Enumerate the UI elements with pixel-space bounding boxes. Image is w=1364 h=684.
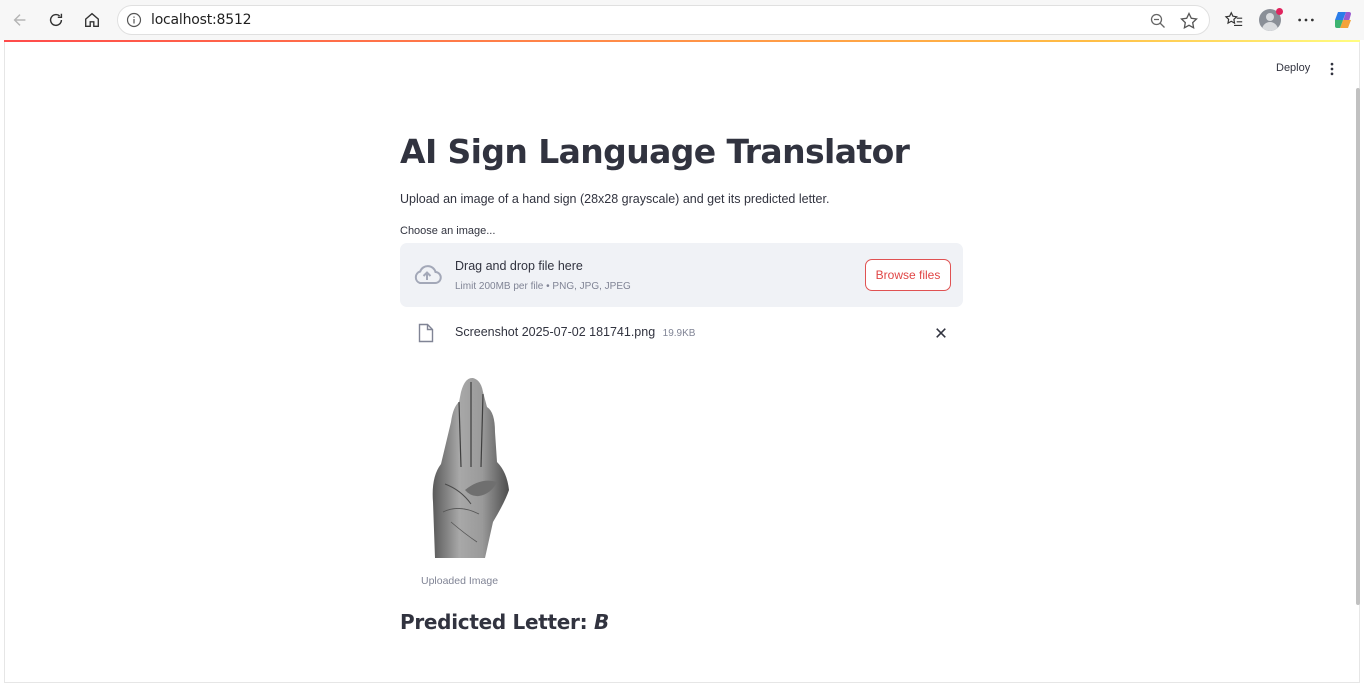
browser-toolbar: localhost:8512 (0, 0, 1364, 40)
prediction-result: Predicted Letter: B (400, 610, 609, 634)
file-name: Screenshot 2025-07-02 181741.png (455, 325, 656, 339)
home-icon[interactable] (80, 8, 104, 32)
page-title: AI Sign Language Translator (400, 132, 910, 171)
favorites-icon[interactable] (1223, 9, 1245, 31)
predicted-letter: B (593, 610, 609, 634)
uploaded-image (421, 372, 511, 562)
star-icon[interactable] (1179, 11, 1199, 31)
reload-icon[interactable] (44, 8, 68, 32)
more-icon[interactable] (1295, 9, 1317, 31)
dropzone-text: Drag and drop file here (455, 259, 583, 273)
zoom-icon[interactable] (1149, 12, 1167, 30)
file-size: 19.9KB (662, 328, 696, 339)
info-icon[interactable] (126, 12, 142, 28)
uploaded-file-row: Screenshot 2025-07-02 181741.png 19.9KB (400, 313, 963, 353)
kebab-menu-icon[interactable] (1323, 60, 1341, 78)
uploader-label: Choose an image... (400, 225, 496, 237)
file-name-wrap: Screenshot 2025-07-02 181741.png 19.9KB (455, 325, 695, 339)
main-content: AI Sign Language Translator Upload an im… (400, 110, 963, 353)
notification-dot (1276, 8, 1283, 15)
deploy-button[interactable]: Deploy (1266, 60, 1320, 76)
image-caption: Uploaded Image (421, 575, 499, 587)
dropzone-limit: Limit 200MB per file • PNG, JPG, JPEG (455, 281, 631, 292)
prediction-label: Predicted Letter: (400, 610, 588, 634)
back-icon[interactable] (8, 8, 32, 32)
copilot-icon[interactable] (1332, 9, 1354, 31)
url-text[interactable]: localhost:8512 (151, 12, 252, 28)
file-dropzone[interactable]: Drag and drop file here Limit 200MB per … (400, 243, 963, 307)
header-decoration (4, 40, 1360, 42)
scrollbar[interactable] (1356, 88, 1360, 605)
browse-files-button[interactable]: Browse files (865, 259, 951, 291)
address-bar[interactable]: localhost:8512 (117, 5, 1210, 35)
close-icon[interactable] (932, 324, 950, 342)
cloud-upload-icon (414, 265, 442, 284)
page-description: Upload an image of a hand sign (28x28 gr… (400, 192, 830, 206)
file-icon (418, 323, 434, 343)
